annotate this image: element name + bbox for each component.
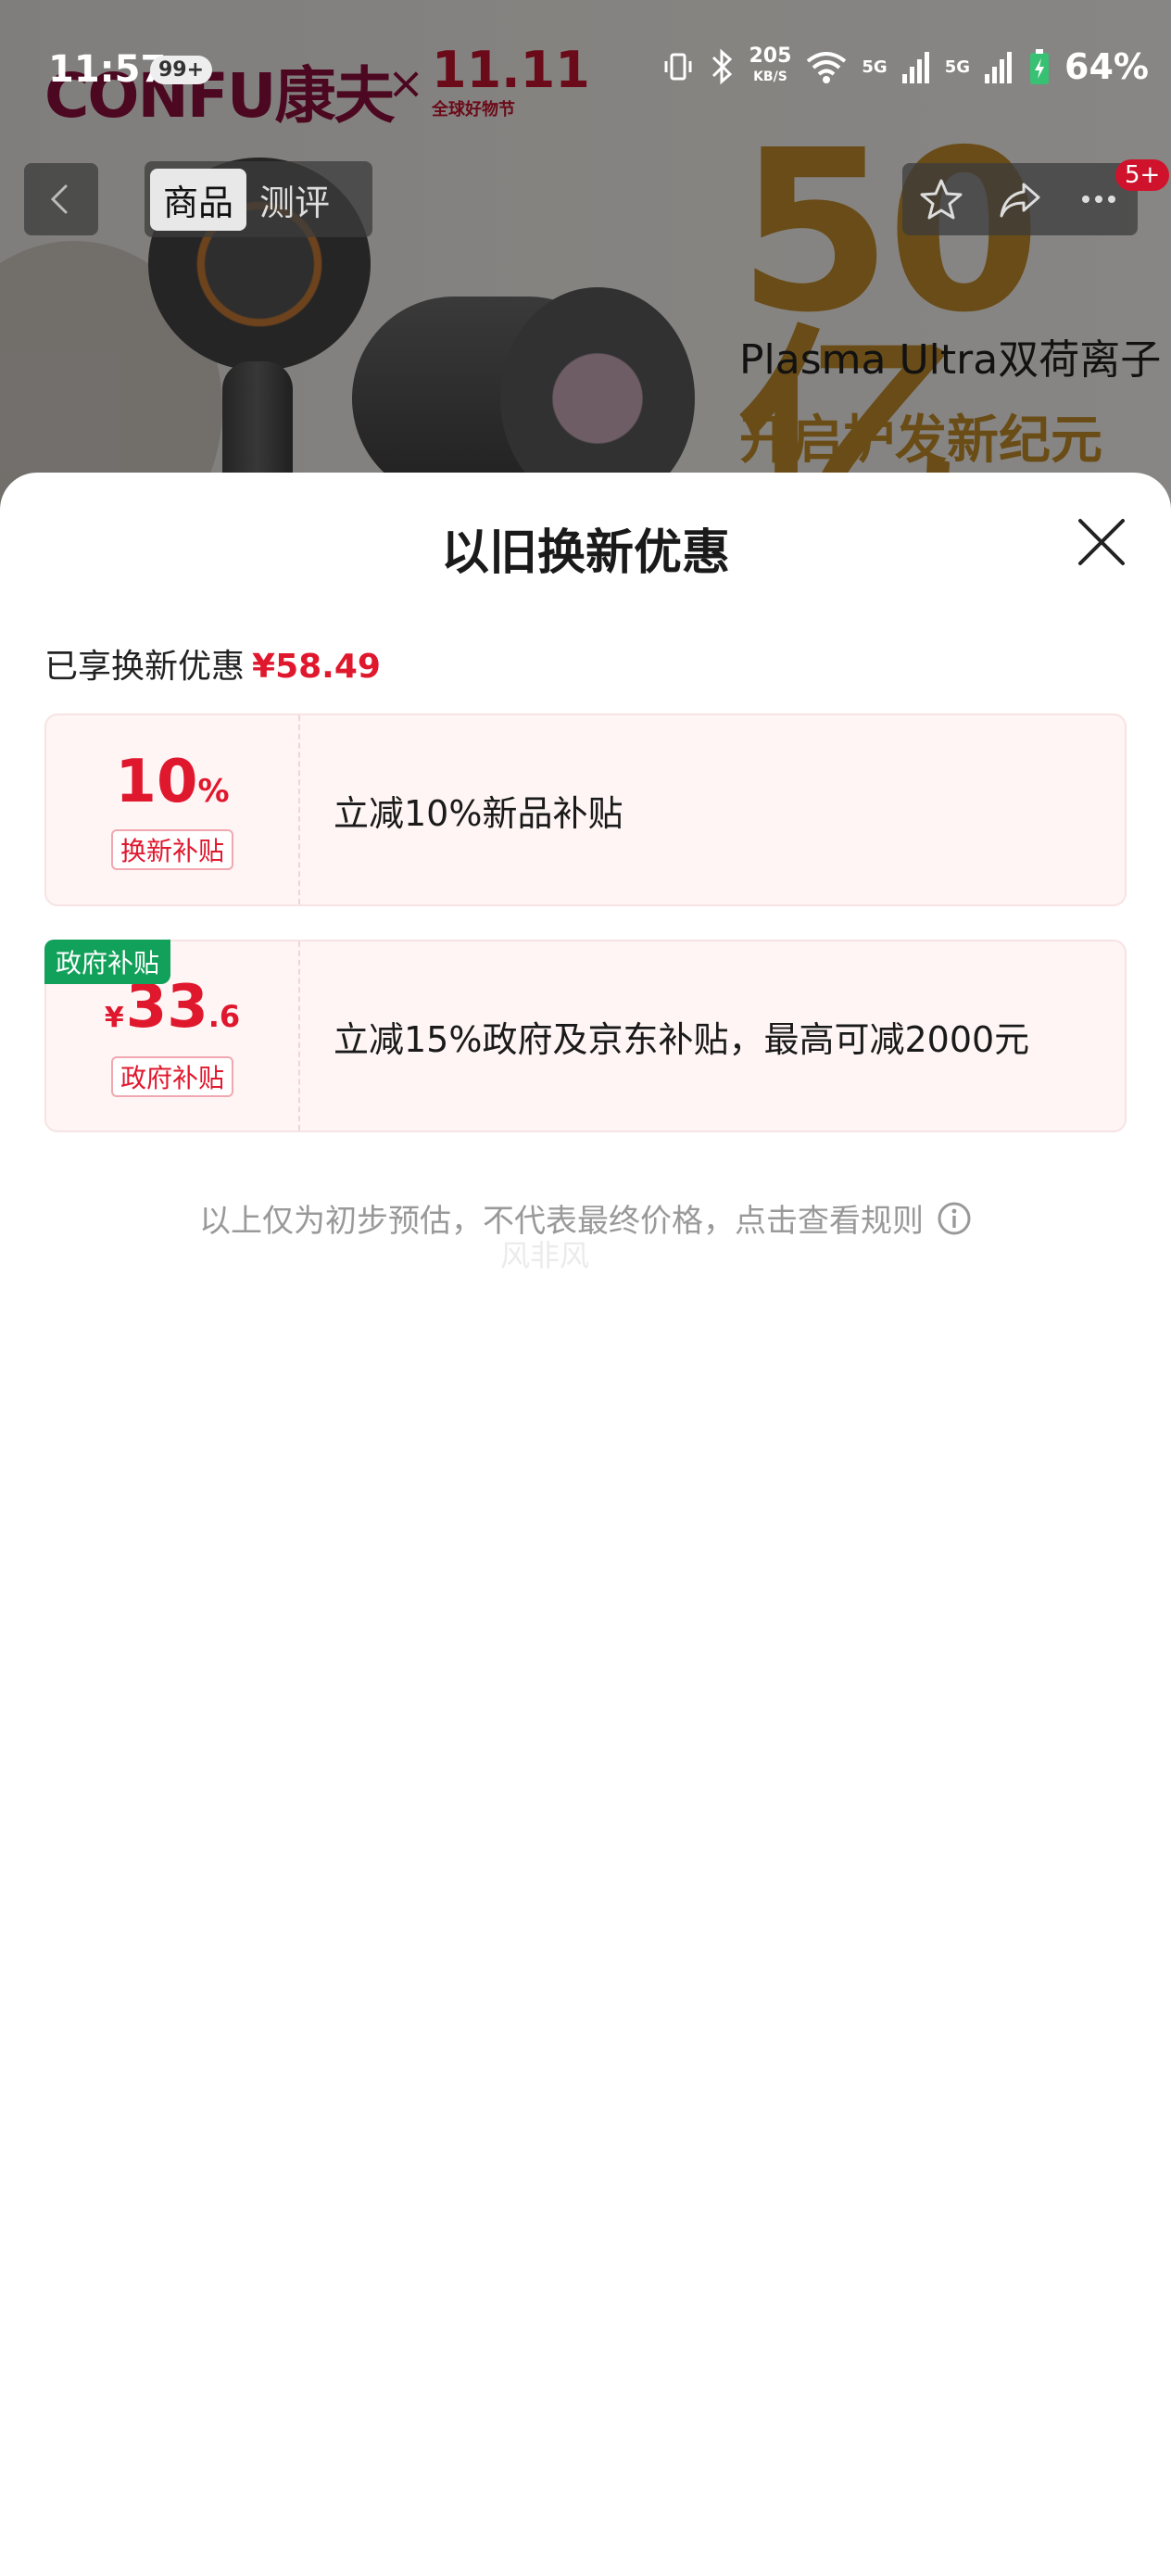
close-icon[interactable] bbox=[1073, 513, 1130, 571]
offer-value-unit: % bbox=[197, 773, 230, 810]
back-button[interactable] bbox=[24, 163, 98, 235]
enjoyed-discount: 已享换新优惠 ¥58.49 bbox=[44, 639, 381, 688]
enjoyed-amount: ¥58.49 bbox=[252, 648, 381, 686]
tab-reviews[interactable]: 测评 bbox=[246, 169, 343, 231]
more-icon[interactable] bbox=[1075, 175, 1123, 223]
star-icon[interactable] bbox=[917, 175, 965, 223]
offer-value-main: 10 bbox=[115, 748, 198, 816]
signal-1-label: 5G bbox=[862, 57, 888, 77]
trade-in-sheet: 以旧换新优惠 已享换新优惠 ¥58.49 10% 换新补贴 立减10%新品补贴 ¥… bbox=[0, 473, 1171, 2576]
government-subsidy-badge: 政府补贴 bbox=[44, 940, 171, 984]
offer-value: ¥33.6 bbox=[105, 975, 240, 1051]
enjoyed-label: 已享换新优惠 bbox=[44, 648, 246, 686]
vibrate-icon bbox=[664, 53, 692, 81]
offer-card-government[interactable]: ¥33.6 政府补贴 立减15%政府及京东补贴，最高可减2000元 政府补贴 bbox=[44, 940, 1127, 1132]
product-tabs: 商品 测评 bbox=[145, 161, 372, 237]
notification-count-badge: 99+ bbox=[150, 56, 213, 84]
offer-value: 10% bbox=[115, 750, 229, 824]
chevron-left-icon bbox=[50, 184, 68, 214]
battery-percent: 64% bbox=[1064, 46, 1149, 87]
offer-description: 立减10%新品补贴 bbox=[334, 792, 623, 834]
offer-currency: ¥ bbox=[104, 1002, 124, 1034]
share-icon[interactable] bbox=[996, 175, 1044, 223]
sheet-title: 以旧换新优惠 bbox=[440, 525, 730, 581]
watermark: 风非风 bbox=[500, 1238, 590, 1273]
offer-tag: 换新补贴 bbox=[110, 829, 233, 870]
signal-icon bbox=[901, 52, 929, 83]
info-icon bbox=[938, 1202, 971, 1234]
wifi-icon bbox=[807, 52, 847, 83]
offer-tag: 政府补贴 bbox=[110, 1056, 233, 1097]
offer-value-decimal: .6 bbox=[208, 999, 241, 1034]
battery-charging-icon bbox=[1030, 49, 1050, 84]
bluetooth-icon bbox=[712, 48, 733, 85]
net-speed: 205 KB/S bbox=[749, 46, 791, 87]
net-speed-unit: KB/S bbox=[753, 69, 787, 84]
nav-actions bbox=[902, 163, 1138, 235]
signal-icon bbox=[985, 52, 1013, 83]
signal-2-label: 5G bbox=[944, 57, 971, 77]
offer-value-panel: 10% 换新补贴 bbox=[46, 715, 300, 904]
status-time: 11:57 bbox=[48, 48, 167, 91]
status-bar: 11:57 99+ 205 KB/S 5G 5G 64% bbox=[0, 0, 1171, 139]
status-icons: 205 KB/S 5G 5G 64% bbox=[661, 46, 1149, 87]
tab-product[interactable]: 商品 bbox=[150, 168, 247, 231]
notification-badge: 5+ bbox=[1115, 159, 1170, 191]
offer-description: 立减15%政府及京东补贴，最高可减2000元 bbox=[334, 1018, 1030, 1060]
offer-card-new-product[interactable]: 10% 换新补贴 立减10%新品补贴 bbox=[44, 713, 1127, 906]
net-speed-value: 205 bbox=[749, 44, 792, 68]
